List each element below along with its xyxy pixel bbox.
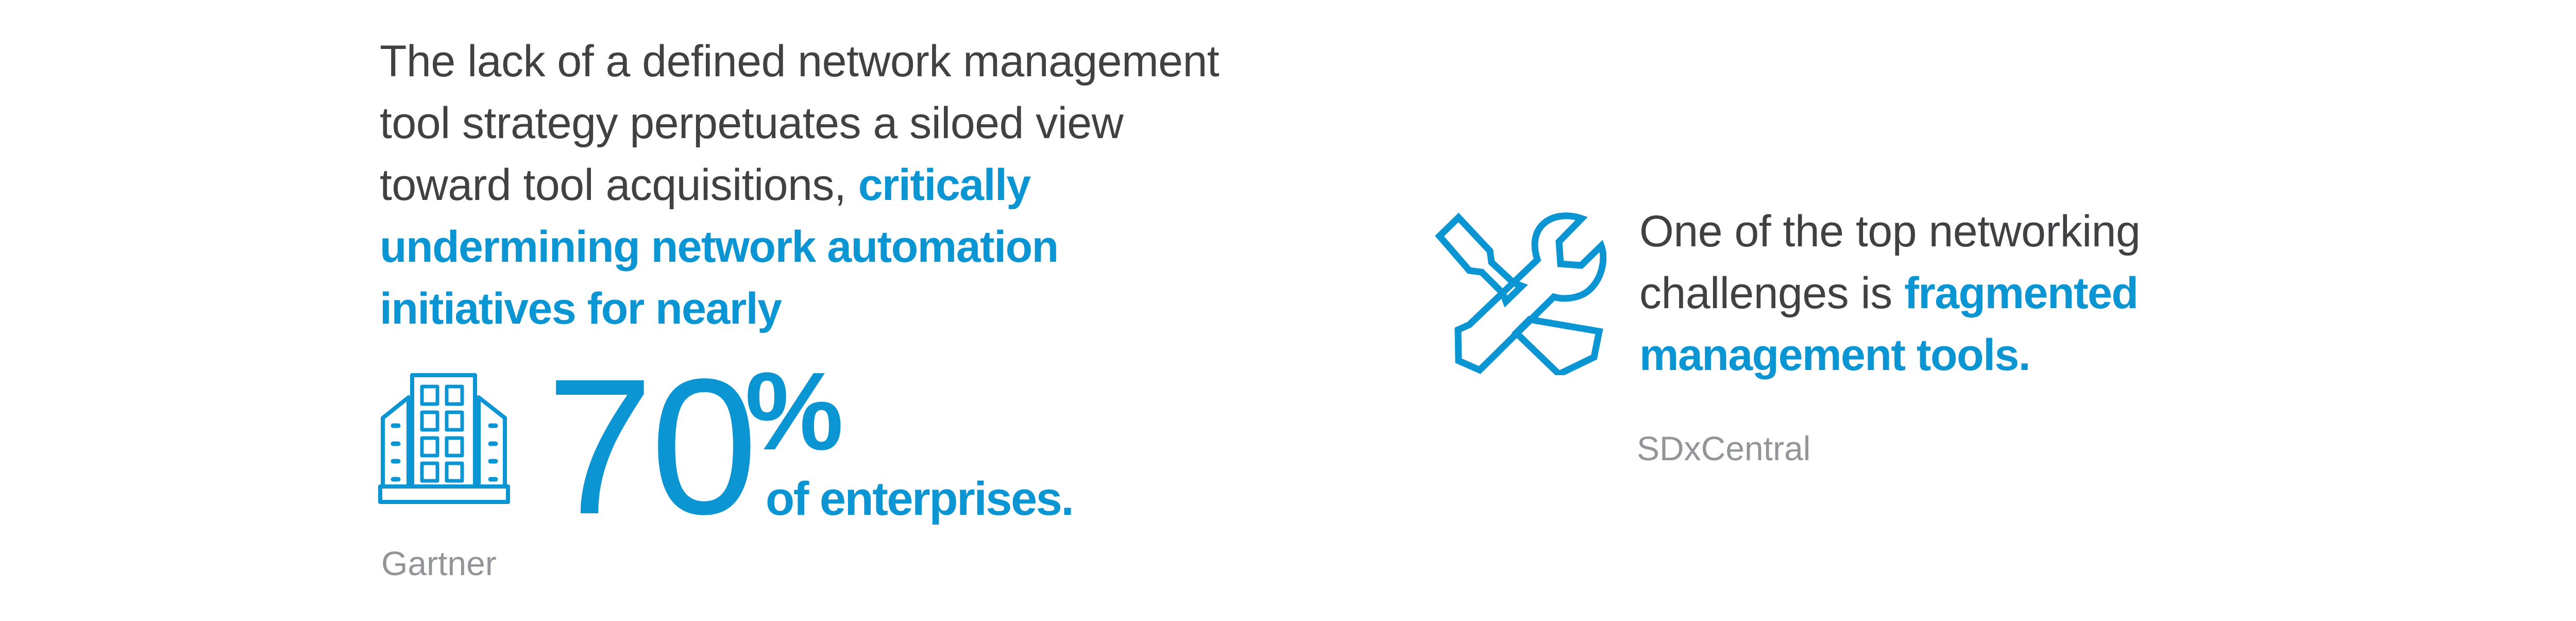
statement-line: challenges is fragmented <box>1639 262 2140 324</box>
statement-highlight: critically <box>858 160 1031 210</box>
statement-line: initiatives for nearly <box>380 278 1219 340</box>
statement-text: tool strategy perpetuates a siloed view <box>380 98 1124 148</box>
statement-line: The lack of a defined network management <box>380 30 1219 92</box>
statement-text: challenges is <box>1639 268 1905 318</box>
stat-percent-sign: % <box>745 349 843 473</box>
left-statement: The lack of a defined network management… <box>380 30 1219 340</box>
stat-caption: of enterprises. <box>766 473 1074 525</box>
statement-highlight: fragmented <box>1904 268 2139 318</box>
tools-icon <box>1435 212 1606 375</box>
statement-line: tool strategy perpetuates a siloed view <box>380 92 1219 154</box>
building-icon <box>378 373 510 504</box>
statement-text: The lack of a defined network management <box>380 37 1219 86</box>
stat-number: 70 <box>546 339 758 555</box>
statement-highlight: initiatives for nearly <box>380 284 782 333</box>
source-attribution: Gartner <box>381 544 497 582</box>
statement-highlight: management tools. <box>1639 330 2031 380</box>
source-attribution: SDxCentral <box>1637 429 1811 467</box>
statement-line: undermining network automation <box>380 216 1219 278</box>
right-statement: One of the top networking challenges is … <box>1639 200 2141 386</box>
statement-line: One of the top networking <box>1639 200 2141 262</box>
statement-line: toward tool acquisitions, critically <box>380 154 1219 216</box>
statement-text: toward tool acquisitions, <box>380 160 858 210</box>
statement-highlight: undermining network automation <box>380 222 1059 272</box>
statement-line: management tools. <box>1639 324 2140 386</box>
statement-text: One of the top networking <box>1639 207 2141 256</box>
